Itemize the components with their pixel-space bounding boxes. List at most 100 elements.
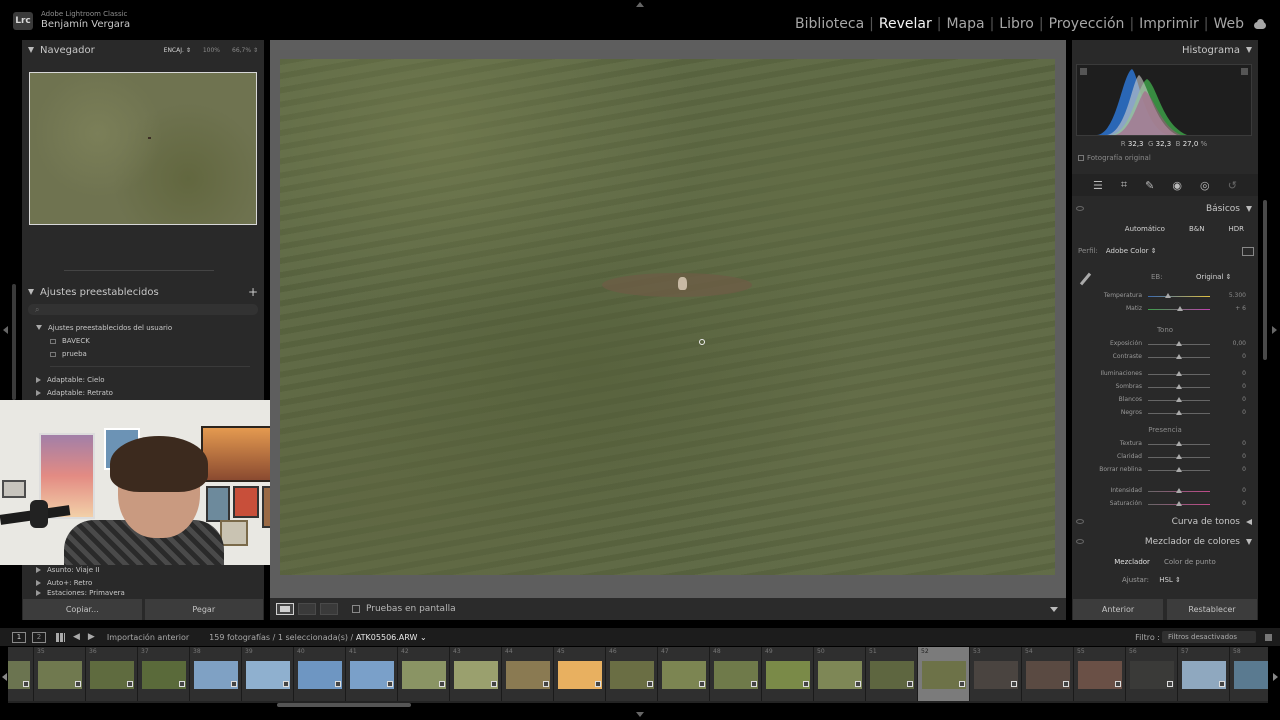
module-web[interactable]: Web xyxy=(1213,16,1244,32)
slider-thumb[interactable] xyxy=(1176,384,1182,389)
slider-thumb[interactable] xyxy=(1176,341,1182,346)
profile-browser-icon[interactable] xyxy=(1242,246,1254,256)
healing-icon[interactable]: ✎ xyxy=(1145,179,1154,192)
reset-button[interactable]: Restablecer xyxy=(1167,599,1257,620)
slider-saturación[interactable]: Saturación 0 xyxy=(1072,498,1258,510)
before-after-swap-button[interactable] xyxy=(320,603,338,615)
filter-dropdown[interactable]: Filtros desactivados xyxy=(1162,631,1256,643)
preset-group[interactable]: Auto+: Retro xyxy=(36,576,125,589)
treatment-hdr-button[interactable]: HDR xyxy=(1228,225,1244,233)
slider-sombras[interactable]: Sombras 0 xyxy=(1072,381,1258,393)
slider-thumb[interactable] xyxy=(1176,371,1182,376)
slider-value[interactable]: 0 xyxy=(1242,383,1246,390)
collapse-top-panel-arrow-icon[interactable] xyxy=(636,2,644,7)
collapsed-triangle-icon[interactable] xyxy=(36,376,41,383)
add-preset-plus-icon[interactable]: + xyxy=(248,285,258,299)
soft-proof-checkbox[interactable] xyxy=(352,605,360,613)
module-libro[interactable]: Libro xyxy=(999,16,1034,32)
filmstrip-thumbnail[interactable]: 40 xyxy=(294,647,346,701)
loupe-view-button[interactable] xyxy=(276,603,294,615)
slider-value[interactable]: 0 xyxy=(1242,440,1246,447)
zoom-custom-option[interactable]: 66,7% ⇕ xyxy=(232,47,258,54)
filmstrip-scrollbar[interactable] xyxy=(277,703,411,707)
slider-value[interactable]: 0 xyxy=(1242,396,1246,403)
module-proyeccion[interactable]: Proyección xyxy=(1049,16,1125,32)
filmstrip-thumbnail[interactable]: 56 xyxy=(1126,647,1178,701)
left-panel-scrollbar[interactable] xyxy=(12,284,16,400)
copy-button[interactable]: Copiar... xyxy=(23,599,142,620)
filmstrip-thumbnail[interactable]: 38 xyxy=(190,647,242,701)
collapse-filmstrip-arrow-icon[interactable] xyxy=(636,712,644,717)
zoom-fit-option[interactable]: ENCAJ. ⇕ xyxy=(164,47,191,54)
filmstrip-thumbnail[interactable]: 53 xyxy=(970,647,1022,701)
basic-header[interactable]: Básicos xyxy=(1072,201,1258,217)
panel-visibility-icon[interactable] xyxy=(1076,206,1084,211)
slider-value[interactable]: + 6 xyxy=(1235,305,1246,312)
slider-thumb[interactable] xyxy=(1176,354,1182,359)
slider-track[interactable] xyxy=(1148,296,1210,297)
slider-thumb[interactable] xyxy=(1176,441,1182,446)
slider-claridad[interactable]: Claridad 0 xyxy=(1072,451,1258,463)
filmstrip-thumbnail[interactable]: 51 xyxy=(866,647,918,701)
tone-curve-header[interactable]: Curva de tonos xyxy=(1072,514,1258,530)
main-window-button[interactable]: 1 xyxy=(12,631,26,643)
filmstrip-thumbnail[interactable]: 46 xyxy=(606,647,658,701)
slider-thumb[interactable] xyxy=(1176,410,1182,415)
color-mixer-header[interactable]: Mezclador de colores xyxy=(1072,534,1258,550)
slider-thumb[interactable] xyxy=(1176,501,1182,506)
filmstrip-thumbnail[interactable]: 52 xyxy=(918,647,970,701)
filmstrip-source[interactable]: Importación anterior xyxy=(107,633,189,642)
expand-triangle-icon[interactable] xyxy=(1246,539,1252,545)
expand-triangle-icon[interactable] xyxy=(36,325,42,331)
panel-visibility-icon[interactable] xyxy=(1076,519,1084,524)
reset-tool-icon[interactable]: ↺ xyxy=(1228,179,1237,192)
preset-search-input[interactable]: ⌕ xyxy=(28,304,258,315)
slider-thumb[interactable] xyxy=(1176,488,1182,493)
filmstrip-thumbnail[interactable]: 35 xyxy=(34,647,86,701)
expand-triangle-icon[interactable] xyxy=(28,289,34,295)
slider-value[interactable]: 0,00 xyxy=(1233,340,1246,347)
filmstrip-thumbnail[interactable]: 44 xyxy=(502,647,554,701)
preset-group-user[interactable]: Ajustes preestablecidos del usuario xyxy=(36,321,250,334)
slider-value[interactable]: 0 xyxy=(1242,487,1246,494)
slider-thumb[interactable] xyxy=(1176,467,1182,472)
filmstrip-thumbnail[interactable] xyxy=(8,647,34,701)
wb-dropdown[interactable]: Original ⇕ xyxy=(1196,273,1231,281)
filter-lock-icon[interactable] xyxy=(1265,633,1272,641)
expand-triangle-icon[interactable] xyxy=(1246,47,1252,53)
presets-header[interactable]: Ajustes preestablecidos + xyxy=(22,282,264,302)
preset-item[interactable]: prueba xyxy=(36,348,250,361)
filmstrip-scroll-right-icon[interactable] xyxy=(1273,673,1278,681)
filmstrip-thumbnail[interactable]: 48 xyxy=(710,647,762,701)
paste-button[interactable]: Pegar xyxy=(144,599,263,620)
slider-negros[interactable]: Negros 0 xyxy=(1072,407,1258,419)
filmstrip-thumbnail[interactable]: 41 xyxy=(346,647,398,701)
module-mapa[interactable]: Mapa xyxy=(946,16,984,32)
profile-dropdown[interactable]: Adobe Color ⇕ xyxy=(1106,247,1157,255)
current-filename[interactable]: ATK05506.ARW ⌄ xyxy=(356,633,427,642)
filmstrip-thumbnail[interactable]: 49 xyxy=(762,647,814,701)
treatment-auto-button[interactable]: Automático xyxy=(1125,225,1165,233)
slider-value[interactable]: 0 xyxy=(1242,453,1246,460)
module-biblioteca[interactable]: Biblioteca xyxy=(795,16,864,32)
masking-icon[interactable]: ◎ xyxy=(1200,179,1210,192)
filmstrip-thumbnail[interactable]: 36 xyxy=(86,647,138,701)
expand-triangle-icon[interactable] xyxy=(1246,206,1252,212)
slider-blancos[interactable]: Blancos 0 xyxy=(1072,394,1258,406)
slider-value[interactable]: 0 xyxy=(1242,353,1246,360)
filmstrip-thumbnail[interactable]: 55 xyxy=(1074,647,1126,701)
slider-exposición[interactable]: Exposición 0,00 xyxy=(1072,338,1258,350)
slider-iluminaciones[interactable]: Iluminaciones 0 xyxy=(1072,368,1258,380)
module-imprimir[interactable]: Imprimir xyxy=(1139,16,1199,32)
slider-temperatura[interactable]: Temperatura 5.300 xyxy=(1072,290,1258,302)
original-photo-checkbox[interactable] xyxy=(1078,155,1084,161)
navigator-preview[interactable] xyxy=(29,72,257,225)
navigator-header[interactable]: Navegador ENCAJ. ⇕ 100% 66,7% ⇕ xyxy=(22,40,264,60)
forward-arrow-icon[interactable]: ▶ xyxy=(88,632,95,642)
slider-matiz[interactable]: Matiz + 6 xyxy=(1072,303,1258,315)
before-after-button[interactable] xyxy=(298,603,316,615)
filmstrip-thumbnail[interactable]: 57 xyxy=(1178,647,1230,701)
expand-triangle-icon[interactable] xyxy=(28,47,34,53)
filmstrip-thumbnail[interactable]: 43 xyxy=(450,647,502,701)
toolbar-options-dropdown-icon[interactable] xyxy=(1050,606,1058,612)
